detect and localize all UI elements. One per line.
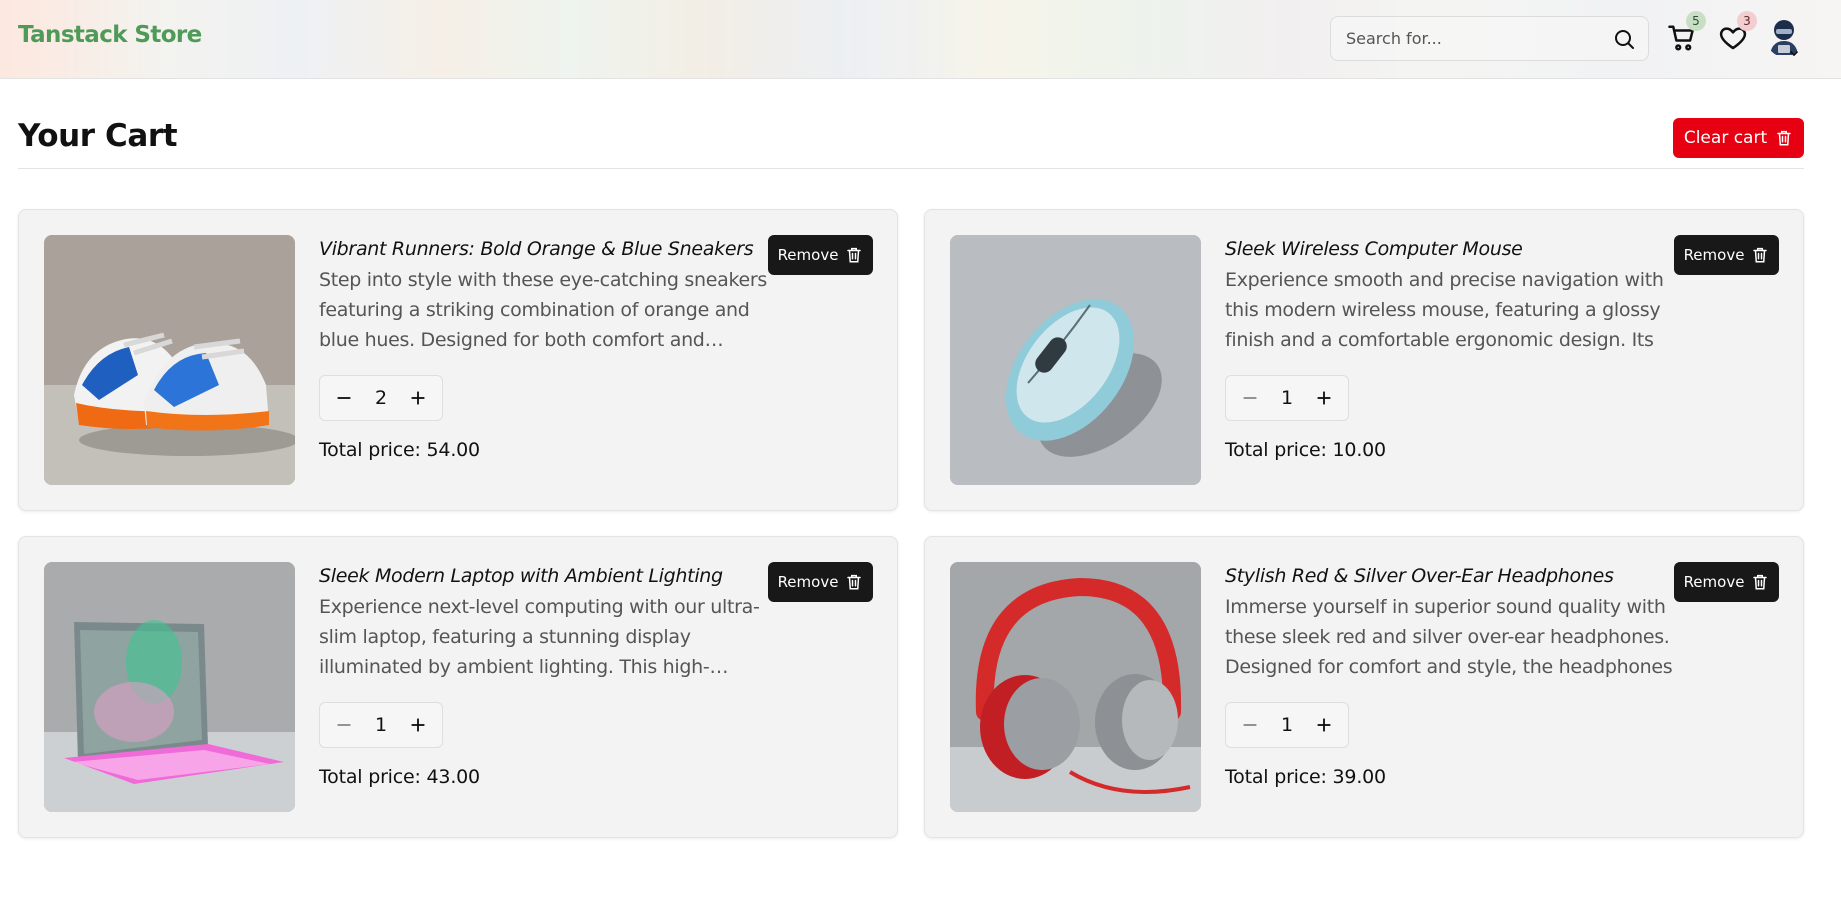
mouse-photo: [950, 235, 1201, 485]
cart-item-card: Stylish Red & Silver Over-Ear Headphones…: [924, 536, 1804, 838]
decrease-quantity-button[interactable]: [1238, 386, 1262, 410]
cart-item-card: Vibrant Runners: Bold Orange & Blue Snea…: [18, 209, 898, 511]
trash-icon: [1753, 574, 1768, 590]
minus-icon: [337, 397, 351, 399]
quantity-value: 2: [374, 387, 388, 409]
total-price: Total price: 39.00: [1225, 766, 1386, 788]
product-description: Step into style with these eye-catching …: [319, 269, 768, 351]
trash-icon: [847, 574, 862, 590]
search-icon[interactable]: [1612, 27, 1636, 51]
product-image: [950, 235, 1201, 485]
product-title[interactable]: Stylish Red & Silver Over-Ear Headphones: [1225, 563, 1677, 589]
product-image: [44, 235, 295, 485]
trash-icon: [1753, 247, 1768, 263]
top-navbar: Tanstack Store 5 3: [0, 0, 1841, 79]
total-price: Total price: 43.00: [319, 766, 480, 788]
product-title[interactable]: Sleek Wireless Computer Mouse: [1225, 236, 1677, 262]
minus-icon: [1243, 397, 1257, 399]
quantity-stepper: 1: [319, 702, 443, 748]
minus-icon: [337, 724, 351, 726]
trash-icon: [847, 247, 862, 263]
quantity-value: 1: [1280, 387, 1294, 409]
product-image: [44, 562, 295, 812]
search-bar: [1330, 16, 1649, 61]
quantity-value: 1: [1280, 714, 1294, 736]
product-description: Experience smooth and precise navigation…: [1225, 269, 1664, 351]
cart-item-card: Sleek Modern Laptop with Ambient Lightin…: [18, 536, 898, 838]
decrease-quantity-button[interactable]: [332, 386, 356, 410]
remove-item-button[interactable]: Remove: [1674, 235, 1779, 275]
increase-quantity-button[interactable]: [1312, 386, 1336, 410]
plus-icon: [1317, 718, 1331, 732]
cart-items-grid: Vibrant Runners: Bold Orange & Blue Snea…: [18, 209, 1804, 838]
quantity-value: 1: [374, 714, 388, 736]
clear-cart-button[interactable]: Clear cart: [1673, 118, 1804, 158]
product-description: Immerse yourself in superior sound quali…: [1225, 596, 1673, 678]
plus-icon: [411, 391, 425, 405]
remove-item-button[interactable]: Remove: [768, 562, 873, 602]
quantity-stepper: 1: [1225, 702, 1349, 748]
remove-label: Remove: [1683, 573, 1745, 591]
laptop-photo: [44, 562, 295, 812]
quantity-stepper: 2: [319, 375, 443, 421]
sneakers-photo: [44, 235, 295, 485]
search-input[interactable]: [1331, 17, 1612, 60]
trash-icon: [1777, 130, 1791, 146]
remove-label: Remove: [1683, 246, 1745, 264]
total-price: Total price: 10.00: [1225, 439, 1386, 461]
cart-item-card: Sleek Wireless Computer Mouse Experience…: [924, 209, 1804, 511]
headphones-photo: [950, 562, 1201, 812]
total-price: Total price: 54.00: [319, 439, 480, 461]
remove-label: Remove: [777, 246, 839, 264]
product-title[interactable]: Vibrant Runners: Bold Orange & Blue Snea…: [319, 236, 771, 262]
increase-quantity-button[interactable]: [406, 386, 430, 410]
wishlist-count-badge: 3: [1737, 11, 1757, 31]
brand-logo[interactable]: Tanstack Store: [18, 22, 202, 48]
quantity-stepper: 1: [1225, 375, 1349, 421]
wishlist-button[interactable]: 3: [1718, 11, 1757, 53]
remove-item-button[interactable]: Remove: [1674, 562, 1779, 602]
minus-icon: [1243, 724, 1257, 726]
product-image: [950, 562, 1201, 812]
increase-quantity-button[interactable]: [1312, 713, 1336, 737]
increase-quantity-button[interactable]: [406, 713, 430, 737]
decrease-quantity-button[interactable]: [1238, 713, 1262, 737]
title-divider: [18, 168, 1804, 169]
cart-count-badge: 5: [1686, 11, 1706, 31]
clear-cart-label: Clear cart: [1683, 128, 1768, 148]
cart-button[interactable]: 5: [1667, 11, 1706, 53]
decrease-quantity-button[interactable]: [332, 713, 356, 737]
remove-item-button[interactable]: Remove: [768, 235, 873, 275]
page-title: Your Cart: [18, 118, 178, 154]
plus-icon: [411, 718, 425, 732]
plus-icon: [1317, 391, 1331, 405]
product-description: Experience next-level computing with our…: [319, 596, 760, 678]
chevron-down-icon[interactable]: [1788, 47, 1800, 59]
product-title[interactable]: Sleek Modern Laptop with Ambient Lightin…: [319, 563, 771, 589]
remove-label: Remove: [777, 573, 839, 591]
